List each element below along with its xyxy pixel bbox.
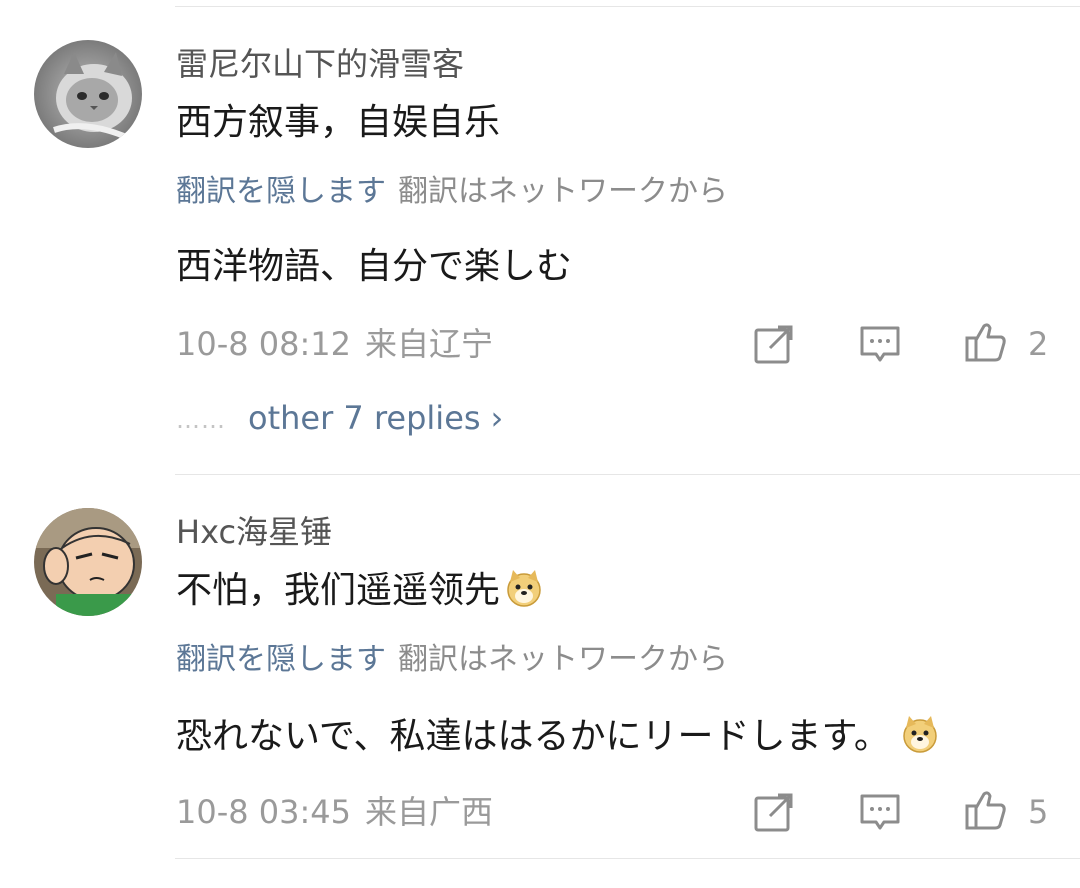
comment-divider	[175, 474, 1080, 475]
avatar[interactable]	[34, 40, 142, 148]
comment-text: 不怕，我们遥遥领先	[176, 568, 544, 614]
avatar[interactable]	[34, 508, 142, 616]
translation-source: 翻訳はネットワークから	[398, 174, 728, 209]
comment-text: 西方叙事，自娱自乐	[176, 102, 501, 143]
translated-text: 西洋物語、自分で楽しむ	[176, 246, 573, 287]
edit-icon[interactable]	[752, 322, 796, 366]
doge-emoji-icon	[504, 568, 544, 608]
replies-dots: ……	[176, 406, 226, 434]
translated-text: 恐れないで、私達ははるかにリードします。	[176, 714, 940, 760]
like-count: 5	[1028, 793, 1049, 831]
timestamp: 10-8 03:45	[176, 793, 352, 831]
comment-meta: 10-8 03:45 来自广西	[176, 792, 493, 832]
top-divider	[175, 6, 1080, 7]
bottom-divider	[175, 858, 1080, 859]
timestamp: 10-8 08:12	[176, 325, 352, 363]
location: 来自辽宁	[365, 325, 494, 363]
cartoon-avatar-image	[34, 508, 142, 616]
translation-bar: 翻訳を隠します 翻訳はネットワークから	[176, 640, 728, 680]
translation-bar: 翻訳を隠します 翻訳はネットワークから	[176, 172, 728, 212]
like-count: 2	[1028, 325, 1049, 363]
username[interactable]: 雷尼尔山下的滑雪客	[176, 44, 464, 84]
more-replies[interactable]: …… other 7 replies ›	[176, 398, 503, 440]
comment-meta: 10-8 08:12 来自辽宁	[176, 324, 493, 364]
edit-icon[interactable]	[752, 790, 796, 834]
thumbs-up-icon[interactable]	[964, 320, 1008, 364]
hide-translation-link[interactable]: 翻訳を隠します	[176, 174, 386, 209]
location: 来自广西	[365, 793, 494, 831]
cat-avatar-image	[34, 40, 142, 148]
chevron-right-icon: ›	[490, 399, 504, 437]
translation-source: 翻訳はネットワークから	[398, 642, 728, 677]
comment-icon[interactable]	[858, 790, 902, 834]
comment-icon[interactable]	[858, 322, 902, 366]
translated-text-body: 恐れないで、私達ははるかにリードします。	[176, 716, 890, 757]
username[interactable]: Hxc海星锤	[176, 512, 332, 552]
comment-text-body: 不怕，我们遥遥领先	[176, 570, 501, 611]
hide-translation-link[interactable]: 翻訳を隠します	[176, 642, 386, 677]
replies-link[interactable]: other 7 replies	[248, 399, 481, 437]
thumbs-up-icon[interactable]	[964, 788, 1008, 832]
doge-emoji-icon	[900, 714, 940, 754]
